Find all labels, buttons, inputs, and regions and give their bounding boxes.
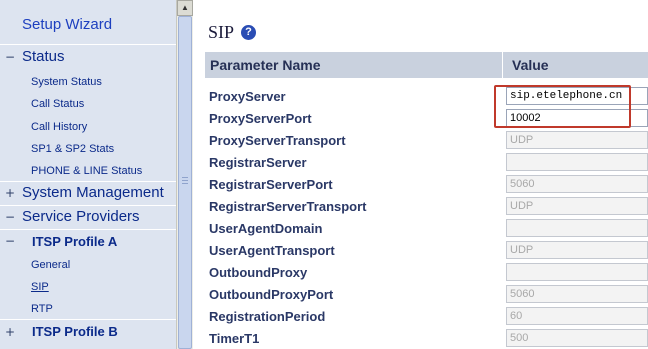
value-input: UDP	[506, 131, 648, 149]
nav-link-sip[interactable]: SIP	[0, 278, 176, 296]
highlight-annotation-box	[494, 85, 631, 128]
column-divider	[502, 52, 503, 78]
divider	[0, 229, 176, 230]
nav-link-general[interactable]: General	[0, 256, 176, 274]
parameter-name: UserAgentTransport	[209, 243, 335, 258]
value-input	[506, 153, 648, 171]
grip-line	[182, 177, 188, 178]
parameter-name: OutboundProxy	[209, 265, 308, 280]
table-row: RegistrationPeriod 60	[205, 306, 648, 328]
column-header-value: Value	[512, 57, 549, 73]
parameter-name: OutboundProxyPort	[209, 287, 334, 302]
grip-line	[182, 180, 188, 181]
nav-link-call-status[interactable]: Call Status	[0, 95, 176, 113]
table-row: RegistrarServerTransport UDP	[205, 196, 648, 218]
parameter-name: TimerT1	[209, 331, 260, 346]
scroll-up-arrow-icon[interactable]: ▲	[177, 0, 193, 16]
table-row: ProxyServerTransport UDP	[205, 130, 648, 152]
value-input: 5060	[506, 175, 648, 193]
nav-section-service-providers[interactable]: Service Providers	[0, 206, 176, 228]
table-row: OutboundProxy	[205, 262, 648, 284]
value-input: 5060	[506, 285, 648, 303]
parameter-name: UserAgentDomain	[209, 221, 323, 236]
table-row: OutboundProxyPort 5060	[205, 284, 648, 306]
parameter-name: RegistrarServerTransport	[209, 199, 367, 214]
nav-section-system-management[interactable]: System Management	[0, 182, 176, 204]
table-row: RegistrarServerPort 5060	[205, 174, 648, 196]
table-header: Parameter Name Value	[205, 52, 648, 78]
nav-section-status[interactable]: Status	[0, 46, 176, 68]
table-row: UserAgentTransport UDP	[205, 240, 648, 262]
parameter-name: RegistrarServerPort	[209, 177, 333, 192]
parameter-name: ProxyServer	[209, 89, 286, 104]
value-input	[506, 219, 648, 237]
table-row: TimerT1 500	[205, 328, 648, 349]
value-input: 60	[506, 307, 648, 325]
nav-item-itsp-profile-a[interactable]: ITSP Profile A	[0, 231, 176, 253]
grip-line	[182, 183, 188, 184]
parameter-name: RegistrationPeriod	[209, 309, 326, 324]
divider	[0, 44, 176, 45]
column-header-parameter-name: Parameter Name	[210, 57, 321, 73]
parameter-name: RegistrarServer	[209, 155, 307, 170]
value-input	[506, 263, 648, 281]
nav-link-system-status[interactable]: System Status	[0, 73, 176, 91]
help-icon[interactable]: ?	[241, 25, 256, 40]
nav-link-rtp[interactable]: RTP	[0, 300, 176, 318]
sidebar-nav: Setup Wizard − Status System Status Call…	[0, 0, 176, 349]
value-input: UDP	[506, 241, 648, 259]
sidebar-scrollbar[interactable]: ▲	[176, 0, 193, 349]
scroll-thumb[interactable]	[178, 16, 192, 349]
setup-wizard-link[interactable]: Setup Wizard	[22, 16, 176, 33]
parameter-name: ProxyServerPort	[209, 111, 312, 126]
nav-link-call-history[interactable]: Call History	[0, 118, 176, 136]
nav-link-sp-stats[interactable]: SP1 & SP2 Stats	[0, 140, 176, 158]
value-input: 500	[506, 329, 648, 347]
divider	[0, 319, 176, 320]
nav-item-itsp-profile-b[interactable]: ITSP Profile B	[0, 321, 176, 343]
page-title: SIP	[208, 22, 235, 42]
table-row: RegistrarServer	[205, 152, 648, 174]
table-row: UserAgentDomain	[205, 218, 648, 240]
value-input: UDP	[506, 197, 648, 215]
parameter-name: ProxyServerTransport	[209, 133, 346, 148]
main-panel: SIP ? Parameter Name Value ProxyServer si…	[193, 0, 648, 349]
nav-link-phone-line-status[interactable]: PHONE & LINE Status	[0, 162, 176, 180]
